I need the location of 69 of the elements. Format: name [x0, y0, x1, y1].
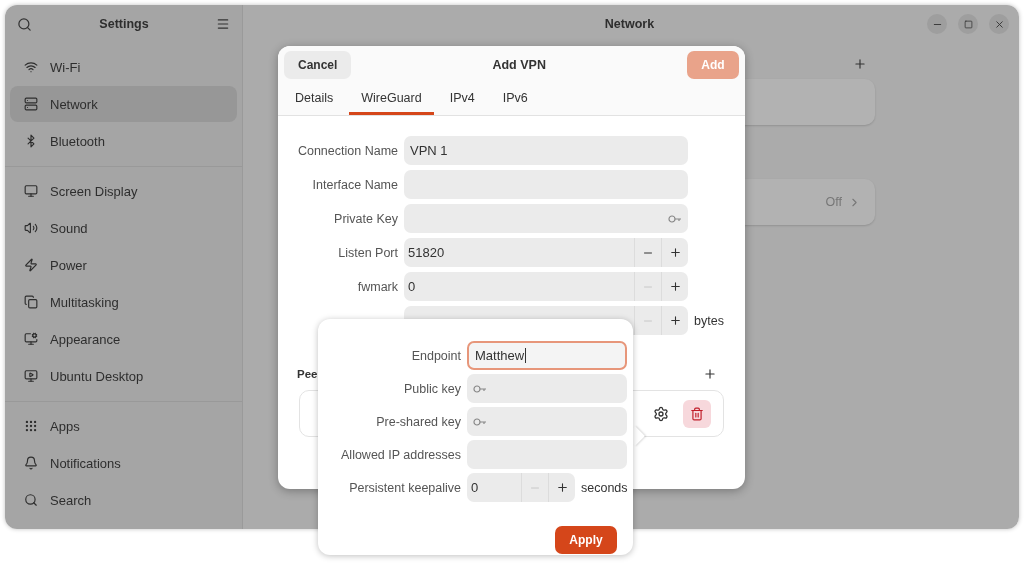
sidebar-item[interactable]: Screen Display — [10, 173, 237, 209]
tab[interactable]: Details — [283, 84, 346, 115]
windows-icon — [24, 295, 38, 309]
add-icon[interactable] — [703, 367, 717, 381]
apply-button[interactable]: Apply — [555, 526, 617, 554]
field-label: Allowed IP addresses — [340, 447, 461, 462]
search-icon — [24, 493, 38, 507]
field-label: Endpoint — [410, 348, 461, 363]
trash-icon — [690, 406, 704, 421]
cancel-button[interactable]: Cancel — [284, 51, 352, 79]
search-icon[interactable] — [17, 16, 32, 32]
wifi-icon — [24, 60, 38, 74]
sidebar-item[interactable]: Network — [10, 86, 237, 122]
network-icon — [24, 97, 38, 111]
plus-icon — [668, 280, 682, 293]
monitor-icon — [24, 369, 38, 383]
monitor-icon — [24, 184, 38, 198]
delete-button[interactable] — [683, 399, 711, 428]
dialog-title: Add VPN — [492, 58, 546, 72]
sidebar-item[interactable]: Sound — [10, 210, 237, 246]
password-field[interactable] — [467, 407, 627, 436]
speaker-icon — [24, 221, 38, 235]
key-icon — [473, 417, 487, 426]
sidebar-item[interactable]: Multitasking — [10, 284, 237, 320]
field-label: Pre-shared key — [375, 414, 461, 429]
key-icon — [668, 214, 682, 223]
settings-icon[interactable] — [653, 405, 669, 422]
sidebar-item[interactable]: Search — [10, 482, 237, 518]
field-label: Listen Port — [337, 245, 398, 260]
sidebar-item[interactable]: Appearance — [10, 321, 237, 357]
lightning-icon — [24, 258, 38, 272]
password-field[interactable] — [404, 204, 688, 233]
sidebar-item[interactable]: Wi-Fi — [10, 49, 237, 85]
key-icon — [473, 384, 487, 393]
monitor-brush-icon — [24, 332, 38, 346]
sidebar-title: Settings — [99, 17, 149, 31]
unit-label: bytes — [694, 313, 724, 328]
close-button[interactable] — [989, 14, 1009, 34]
plus-icon — [668, 314, 682, 327]
sidebar-item[interactable]: Notifications — [10, 445, 237, 481]
bell-icon — [24, 456, 38, 470]
password-field[interactable] — [467, 374, 627, 403]
maximize-button[interactable] — [958, 14, 978, 34]
sidebar-item[interactable]: Bluetooth — [10, 123, 237, 159]
grid-icon — [24, 419, 38, 433]
plus-icon — [668, 246, 682, 259]
menu-icon[interactable] — [216, 17, 230, 31]
sidebar-item[interactable]: Ubuntu Desktop — [10, 358, 237, 394]
field-label: Persistent keepalive — [348, 480, 461, 495]
sidebar-item[interactable]: Apps — [10, 408, 237, 444]
field-label: Private Key — [333, 211, 398, 226]
tab[interactable]: IPv6 — [490, 84, 540, 115]
input-field[interactable]: VPN 1 — [404, 136, 688, 165]
sidebar-item[interactable]: Power — [10, 247, 237, 283]
unit-label: seconds — [581, 480, 628, 495]
add-icon[interactable] — [853, 57, 867, 71]
page-title: Network — [603, 17, 656, 31]
status-value: Off — [825, 195, 842, 209]
maximize-icon — [963, 19, 973, 29]
field-label: Interface Name — [311, 177, 398, 192]
field-label: fwmark — [356, 279, 398, 294]
field-label: Public key — [403, 381, 461, 396]
field-label: Connection Name — [296, 143, 398, 158]
input-field[interactable]: Matthew — [467, 341, 627, 370]
tab[interactable]: WireGuard — [349, 84, 434, 115]
close-icon — [993, 18, 1005, 30]
tab[interactable]: IPv4 — [437, 84, 487, 115]
plus-icon — [555, 481, 569, 494]
section-title: Pee — [297, 368, 318, 380]
